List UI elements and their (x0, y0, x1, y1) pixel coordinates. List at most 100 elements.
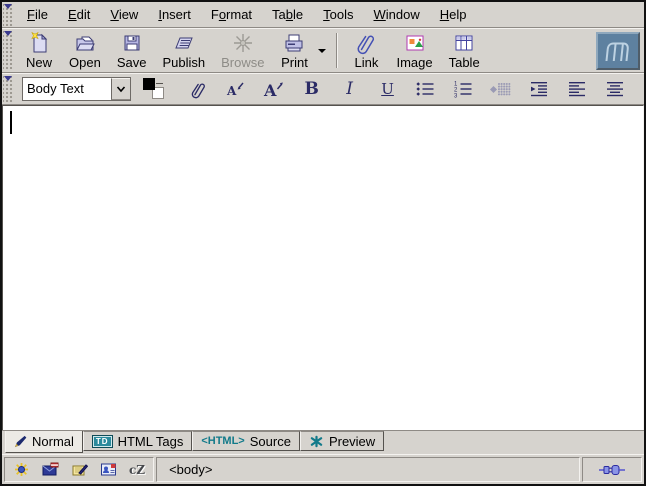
bold-glyph: B (305, 79, 319, 99)
tab-normal[interactable]: Normal (5, 431, 83, 453)
new-label: New (26, 56, 52, 70)
addressbook-icon[interactable] (100, 462, 117, 477)
document-edit-area[interactable] (2, 105, 644, 430)
irc-chat-icon[interactable]: cZ (129, 463, 145, 477)
bullet-list-button[interactable] (412, 77, 438, 101)
structure-bar[interactable]: <body> (156, 457, 580, 482)
anchor-paperclip-icon (189, 80, 208, 99)
menu-format[interactable]: Format (201, 4, 262, 25)
bold-button[interactable]: B (299, 77, 325, 101)
browse-label: Browse (221, 56, 264, 70)
toolbar-separator (336, 33, 338, 68)
edit-mode-tabbar: Normal TD HTML Tags <HTML> Source Previe… (2, 430, 644, 454)
link-button[interactable]: Link (344, 29, 388, 72)
bullet-list-icon (415, 79, 435, 99)
align-left-button[interactable] (564, 77, 590, 101)
menu-window[interactable]: Window (364, 4, 430, 25)
foreground-color-chip[interactable] (143, 78, 155, 90)
menu-items: FileEditViewInsertFormatTableToolsWindow… (17, 4, 477, 25)
anchor-button[interactable] (185, 77, 211, 101)
print-button[interactable]: Print (272, 29, 316, 72)
online-status-panel[interactable] (582, 457, 642, 482)
svg-text:A: A (263, 81, 277, 99)
numbered-list-button[interactable]: 123 (450, 77, 476, 101)
save-label: Save (117, 56, 147, 70)
image-icon (403, 31, 427, 55)
text-caret (10, 111, 12, 134)
browse-sparkle-icon (231, 31, 255, 55)
text-color-swatch[interactable] (141, 77, 167, 101)
chevron-down-icon[interactable] (111, 78, 130, 100)
preview-sparkle-icon (309, 435, 324, 448)
image-label: Image (396, 56, 432, 70)
tab-preview[interactable]: Preview (300, 431, 384, 451)
underline-glyph: U (381, 80, 394, 98)
composer-icon[interactable] (71, 462, 88, 477)
format-toolbar: Body Text A A B I (2, 73, 644, 105)
svg-text:3: 3 (454, 94, 458, 99)
align-center-button[interactable] (602, 77, 628, 101)
menu-bar: FileEditViewInsertFormatTableToolsWindow… (2, 2, 644, 28)
structure-path-text[interactable]: <body> (169, 462, 212, 477)
toolbar-grippy[interactable] (3, 3, 14, 26)
link-paperclip-icon (354, 31, 378, 55)
menu-insert[interactable]: Insert (148, 4, 201, 25)
print-dropdown-arrow[interactable] (318, 49, 326, 53)
new-button[interactable]: New (17, 29, 61, 72)
image-button[interactable]: Image (388, 29, 440, 72)
save-floppy-icon (120, 31, 144, 55)
toolbar-grippy[interactable] (3, 75, 14, 103)
status-bar: cZ <body> (2, 454, 644, 484)
mail-icon[interactable] (42, 462, 59, 477)
numbered-list-icon: 123 (453, 79, 473, 99)
mozilla-m-logo (602, 37, 634, 65)
composition-toolbar: New Open Save Publish Browse Print Link (2, 28, 644, 73)
html-source-badge: <HTML> (201, 435, 244, 447)
menu-help[interactable]: Help (430, 4, 477, 25)
print-label: Print (281, 56, 308, 70)
menu-file[interactable]: File (17, 4, 58, 25)
navigator-icon[interactable] (13, 462, 30, 477)
table-button[interactable]: Table (441, 29, 488, 72)
outdent-button (488, 77, 514, 101)
toolbar-grippy[interactable] (3, 30, 14, 71)
indent-button[interactable] (526, 77, 552, 101)
table-label: Table (449, 56, 480, 70)
tab-html-tags[interactable]: TD HTML Tags (83, 431, 192, 451)
paragraph-format-select[interactable]: Body Text (22, 77, 131, 101)
tab-source[interactable]: <HTML> Source (192, 431, 300, 451)
table-icon (452, 31, 476, 55)
paragraph-format-value: Body Text (23, 78, 111, 100)
italic-glyph: I (346, 79, 353, 99)
underline-button[interactable]: U (375, 77, 401, 101)
menu-view[interactable]: View (100, 4, 148, 25)
tab-normal-label: Normal (32, 434, 74, 449)
publish-button[interactable]: Publish (154, 29, 213, 72)
save-button[interactable]: Save (109, 29, 155, 72)
tab-source-label: Source (250, 434, 291, 449)
mozilla-throbber[interactable] (596, 32, 640, 70)
tab-preview-label: Preview (329, 434, 375, 449)
svg-text:A: A (226, 84, 237, 98)
component-bar: cZ (4, 457, 154, 482)
menu-table[interactable]: Table (262, 4, 313, 25)
open-button[interactable]: Open (61, 29, 109, 72)
decrease-font-button[interactable]: A (223, 77, 249, 101)
td-badge-icon: TD (92, 435, 113, 448)
color-swatch-tick (156, 83, 163, 84)
align-left-icon (567, 79, 587, 99)
tab-html-tags-label: HTML Tags (118, 434, 184, 449)
menu-edit[interactable]: Edit (58, 4, 100, 25)
pen-icon (14, 435, 27, 448)
new-page-icon (27, 31, 51, 55)
link-label: Link (355, 56, 379, 70)
italic-button[interactable]: I (337, 77, 363, 101)
format-icon-group: A A B I U 123 (167, 77, 644, 101)
increase-font-button[interactable]: A (261, 77, 287, 101)
print-icon (282, 31, 306, 55)
publish-icon (172, 31, 196, 55)
browse-button: Browse (213, 29, 272, 72)
menu-tools[interactable]: Tools (313, 4, 363, 25)
open-folder-icon (73, 31, 97, 55)
composer-window: FileEditViewInsertFormatTableToolsWindow… (0, 0, 646, 486)
